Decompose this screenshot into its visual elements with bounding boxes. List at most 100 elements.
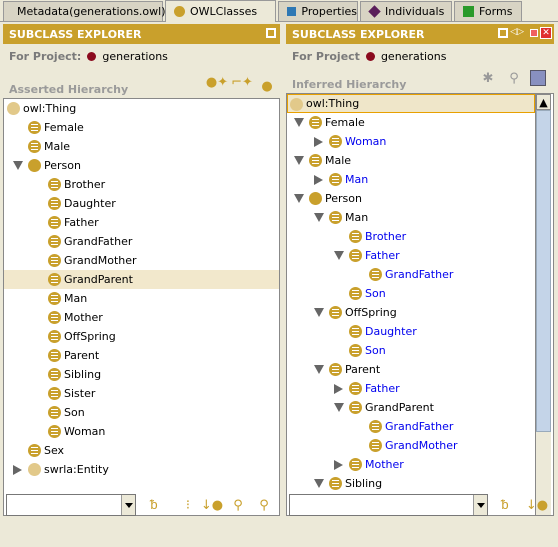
window-icon[interactable] [266,28,276,38]
thing-class-icon [7,102,20,115]
collapsed-triangle-icon[interactable] [314,175,323,185]
search-c-icon[interactable]: ⚲ [256,497,272,513]
tree-node[interactable]: OffSpring [287,303,553,322]
tree-node[interactable]: Son [4,403,279,422]
tree-node[interactable]: Person [4,156,279,175]
move-down-icon[interactable]: ↓● [526,497,548,513]
tree-node[interactable]: GrandParent [287,398,553,417]
expanded-triangle-icon[interactable] [314,365,324,374]
collapsed-triangle-icon[interactable] [334,384,343,394]
panel-header: SUBCLASS EXPLORER [3,24,280,44]
tree-node[interactable]: Male [4,137,279,156]
tree-node[interactable]: swrla:Entity [4,460,279,479]
move-down-icon[interactable]: ↓● [201,497,223,513]
tree-node[interactable]: Male [287,151,553,170]
tree-node[interactable]: GrandFather [287,265,553,284]
defined-class-icon [48,197,61,210]
tree-node[interactable]: Sibling [287,474,553,493]
close-icon[interactable]: ✕ [540,27,552,39]
asserted-class-tree[interactable]: owl:Thing Female Male Person Brother Daughter… [3,98,280,516]
collapsed-triangle-icon[interactable] [334,460,343,470]
tree-node[interactable]: Man [4,289,279,308]
create-sibling-class-icon[interactable]: ⌐✦ [231,74,253,90]
tab-owlclasses[interactable]: OWLClasses [165,0,276,22]
chevron-down-icon[interactable] [473,495,487,515]
tree-node[interactable]: GrandMother [287,436,553,455]
maximize-icon[interactable] [530,29,538,37]
tree-node[interactable]: GrandFather [287,417,553,436]
create-subclass-icon[interactable]: ●✦ [206,74,228,90]
diamond-icon [368,5,381,18]
expanded-triangle-icon[interactable] [294,156,304,165]
find-icon[interactable]: ⚲ [506,70,522,86]
tree-node[interactable]: Sister [4,384,279,403]
tree-node[interactable]: Parent [4,346,279,365]
tree-node[interactable]: Woman [287,132,553,151]
classify-icon[interactable]: ✱ [480,70,496,86]
tree-node[interactable]: Sibling [4,365,279,384]
binoculars-icon[interactable]: ᵬ [146,497,162,513]
tree-node[interactable]: GrandParent [4,270,279,289]
tree-node[interactable]: owl:Thing [4,99,279,118]
window-icon[interactable] [498,28,508,38]
search-combo[interactable] [289,494,488,516]
tree-node[interactable]: Father [4,213,279,232]
tree-node[interactable]: GrandFather [4,232,279,251]
tab-individuals[interactable]: Individuals [360,1,452,21]
collapsed-triangle-icon[interactable] [314,137,323,147]
expanded-triangle-icon[interactable] [294,194,304,203]
search-combo[interactable] [6,494,136,516]
tree-node-label: GrandFather [64,235,133,248]
binoculars-icon[interactable]: ᵬ [497,497,513,513]
tab-metadata-generations-owl-[interactable]: Metadata(generations.owl) [3,1,166,21]
tree-node[interactable]: Brother [4,175,279,194]
search-classes-icon[interactable]: ⚲ [230,497,246,513]
tree-node[interactable]: Father [287,246,553,265]
tree-node[interactable]: Female [287,113,553,132]
tree-node[interactable]: Woman [4,422,279,441]
expanded-triangle-icon[interactable] [334,403,344,412]
tree-node[interactable]: Daughter [287,322,553,341]
tree-node[interactable]: GrandMother [4,251,279,270]
expanded-triangle-icon[interactable] [13,161,23,170]
tree-node[interactable]: Brother [287,227,553,246]
project-icon [365,52,375,61]
tree-node[interactable]: Son [287,284,553,303]
tree-node[interactable]: OffSpring [4,327,279,346]
expanded-triangle-icon[interactable] [314,479,324,488]
expanded-triangle-icon[interactable] [294,118,304,127]
tree-node[interactable]: Mother [287,455,553,474]
tree-node[interactable]: Female [4,118,279,137]
tree-node[interactable]: Parent [287,360,553,379]
thing-class-icon [290,98,303,111]
expanded-triangle-icon[interactable] [314,308,324,317]
save-icon[interactable] [530,70,546,86]
split-icon[interactable]: ◁▷ [510,27,524,37]
tree-node[interactable]: owl:Thing [287,94,535,113]
defined-class-icon [369,439,382,452]
project-icon [87,52,97,61]
tree-node-label: swrla:Entity [44,463,109,476]
expanded-triangle-icon[interactable] [334,251,344,260]
show-all-icon[interactable]: ⁝ [180,497,196,513]
tree-node[interactable]: Man [287,170,553,189]
tree-node[interactable]: Daughter [4,194,279,213]
tree-node[interactable]: Person [287,189,553,208]
tree-node-label: Sex [44,444,65,457]
tree-node[interactable]: Father [287,379,553,398]
delete-class-icon[interactable]: ● [259,78,275,94]
tree-node-label: Father [64,216,99,229]
tab-properties[interactable]: Properties [278,1,358,21]
scroll-up-button[interactable]: ▲ [536,94,551,110]
tree-node[interactable]: Man [287,208,553,227]
tree-node-label: Sibling [64,368,102,381]
panel-header: SUBCLASS EXPLORER ◁▷ ✕ [286,24,554,44]
tab-forms[interactable]: Forms [454,1,522,21]
tree-node[interactable]: Son [287,341,553,360]
tree-node[interactable]: Sex [4,441,279,460]
chevron-down-icon[interactable] [121,495,135,515]
tree-node[interactable]: Mother [4,308,279,327]
inferred-class-tree[interactable]: ▲ owl:Thing Female Woman Male Man Person Man Br… [286,93,554,516]
expanded-triangle-icon[interactable] [314,213,324,222]
collapsed-triangle-icon[interactable] [13,465,22,475]
